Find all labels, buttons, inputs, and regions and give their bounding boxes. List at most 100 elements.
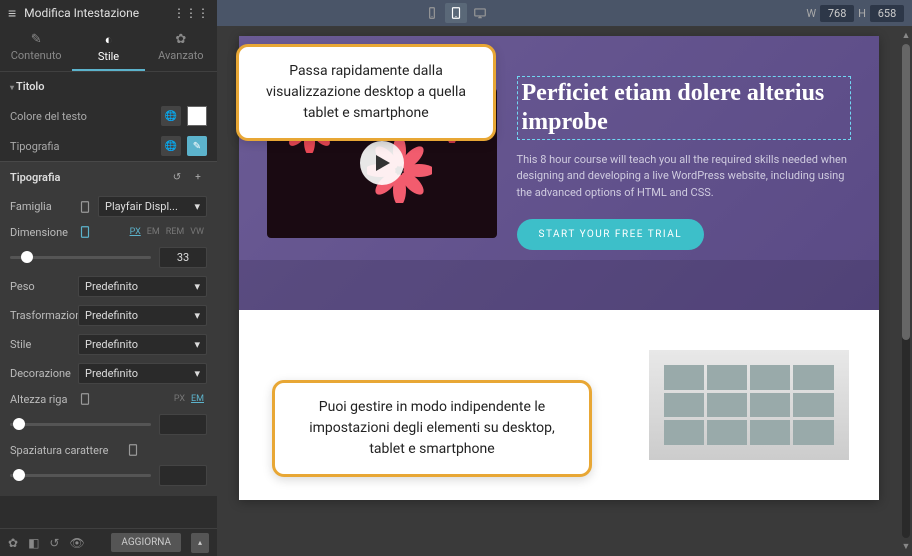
preview-icon[interactable]: 👁 <box>69 536 84 550</box>
device-icon[interactable] <box>78 200 92 214</box>
letterspacing-slider-row <box>0 461 217 490</box>
weight-select[interactable]: Predefinito ▾ <box>78 276 207 297</box>
chevron-down-icon: ▾ <box>194 338 200 351</box>
chevron-down-icon: ▾ <box>194 200 200 213</box>
gear-icon: ✿ <box>145 32 217 47</box>
tab-advanced-label: Avanzato <box>158 49 203 62</box>
device-desktop-button[interactable] <box>469 3 491 23</box>
lineheight-row: Altezza riga PX EM <box>0 388 217 410</box>
globe-icon[interactable]: 🌐 <box>161 136 181 156</box>
edit-typography-button[interactable]: ✎ <box>187 136 207 156</box>
lineheight-slider[interactable] <box>10 423 151 426</box>
family-select[interactable]: Playfair Displ... ▾ <box>98 196 207 217</box>
panel-title: Modifica Intestazione <box>24 6 165 20</box>
history-icon[interactable]: ↺ <box>49 536 59 550</box>
transform-row: Trasformazione Predefinito▾ <box>0 301 217 330</box>
slider-thumb[interactable] <box>21 251 33 263</box>
device-icon[interactable] <box>78 392 92 406</box>
unit-vw[interactable]: VW <box>187 227 207 237</box>
width-input[interactable] <box>820 5 854 22</box>
device-icon[interactable] <box>78 225 92 239</box>
device-mobile-button[interactable] <box>421 3 443 23</box>
unit-em[interactable]: EM <box>188 394 207 404</box>
letterspacing-slider[interactable] <box>10 474 151 477</box>
pencil-icon: ✎ <box>0 32 72 47</box>
tab-style-label: Stile <box>98 50 119 63</box>
tab-advanced[interactable]: ✿ Avanzato <box>145 26 217 71</box>
settings-icon[interactable]: ✿ <box>8 536 18 550</box>
fontstyle-value: Predefinito <box>85 338 138 351</box>
transform-value: Predefinito <box>85 309 138 322</box>
decoration-select[interactable]: Predefinito▾ <box>78 363 207 384</box>
hero-title[interactable]: Perficiet etiam dolere alterius improbe <box>517 76 851 140</box>
lineheight-input[interactable] <box>159 414 207 435</box>
tab-style[interactable]: ◐ Stile <box>72 26 144 71</box>
size-row: Dimensione PX EM REM VW <box>0 221 217 243</box>
weight-value: Predefinito <box>85 280 138 293</box>
unit-px[interactable]: PX <box>171 394 188 404</box>
device-tablet-button[interactable] <box>445 3 467 23</box>
dimensions: W H <box>806 5 912 22</box>
callout-text: Puoi gestire in modo indipendente le imp… <box>309 399 555 457</box>
size-input[interactable] <box>159 247 207 268</box>
text-color-label: Colore del testo <box>10 110 155 123</box>
navigator-icon[interactable]: ◧ <box>28 536 39 550</box>
typography-label: Tipografia <box>10 140 155 153</box>
scroll-down-icon[interactable]: ▼ <box>902 541 911 552</box>
hero-text: Perficiet etiam dolere alterius improbe … <box>517 76 851 250</box>
tab-content-label: Contenuto <box>11 49 62 62</box>
decoration-row: Decorazione Predefinito▾ <box>0 359 217 388</box>
section-title[interactable]: Titolo <box>0 72 217 101</box>
height-input[interactable] <box>870 5 904 22</box>
unit-em[interactable]: EM <box>144 227 163 237</box>
scrollbar: ▲ ▼ <box>900 26 912 556</box>
panel-tabs: ✎ Contenuto ◐ Stile ✿ Avanzato <box>0 26 217 72</box>
fontstyle-label: Stile <box>10 338 72 351</box>
chevron-down-icon: ▾ <box>194 280 200 293</box>
unit-rem[interactable]: REM <box>163 227 188 237</box>
style-icon: ◐ <box>72 32 144 48</box>
add-icon[interactable]: + <box>189 168 207 186</box>
update-button[interactable]: AGGIORNA <box>111 533 181 552</box>
unit-px[interactable]: PX <box>127 227 144 237</box>
typo-panel-title: Tipografia <box>10 171 165 184</box>
size-slider[interactable] <box>10 256 151 259</box>
tab-content[interactable]: ✎ Contenuto <box>0 26 72 71</box>
lineheight-label: Altezza riga <box>10 393 72 406</box>
decoration-value: Predefinito <box>85 367 138 380</box>
apps-icon[interactable]: ⋮⋮⋮ <box>173 6 209 20</box>
fontstyle-select[interactable]: Predefinito ▾ <box>78 334 207 355</box>
letterspacing-row: Spaziatura carattere <box>0 439 217 461</box>
lineheight-slider-row <box>0 410 217 439</box>
device-icon[interactable] <box>126 443 140 457</box>
transform-select[interactable]: Predefinito▾ <box>78 305 207 326</box>
family-row: Famiglia Playfair Displ...▾ <box>0 192 217 221</box>
slider-thumb[interactable] <box>13 469 25 481</box>
globe-icon[interactable]: 🌐 <box>161 106 181 126</box>
menu-icon[interactable]: ≡ <box>8 5 16 22</box>
letterspacing-input[interactable] <box>159 465 207 486</box>
height-label: H <box>858 7 866 20</box>
fontstyle-row: Stile Predefinito ▾ <box>0 330 217 359</box>
device-switcher <box>421 3 491 23</box>
callout-text: Passa rapidamente dalla visualizzazione … <box>266 63 466 121</box>
family-value: Playfair Displ... <box>105 200 178 213</box>
color-swatch[interactable] <box>187 106 207 126</box>
size-slider-row <box>0 243 217 272</box>
width-label: W <box>806 7 816 20</box>
update-options-button[interactable]: ▴ <box>191 533 209 553</box>
weight-label: Peso <box>10 280 72 293</box>
slider-thumb[interactable] <box>13 418 25 430</box>
play-icon[interactable] <box>360 141 404 185</box>
scroll-track[interactable] <box>902 44 910 538</box>
typography-row: Tipografia 🌐 ✎ <box>0 131 217 161</box>
weight-row: Peso Predefinito ▾ <box>0 272 217 301</box>
scroll-thumb[interactable] <box>902 44 910 340</box>
size-units: PX EM REM VW <box>127 227 207 237</box>
topbar-left: ≡ Modifica Intestazione ⋮⋮⋮ <box>0 0 217 26</box>
text-color-row: Colore del testo 🌐 <box>0 101 217 131</box>
typography-panel: Tipografia ↺ + Famiglia Playfair Displ..… <box>0 161 217 496</box>
scroll-up-icon[interactable]: ▲ <box>902 30 911 41</box>
cta-button[interactable]: START YOUR FREE TRIAL <box>517 219 705 250</box>
reset-icon[interactable]: ↺ <box>168 168 186 186</box>
